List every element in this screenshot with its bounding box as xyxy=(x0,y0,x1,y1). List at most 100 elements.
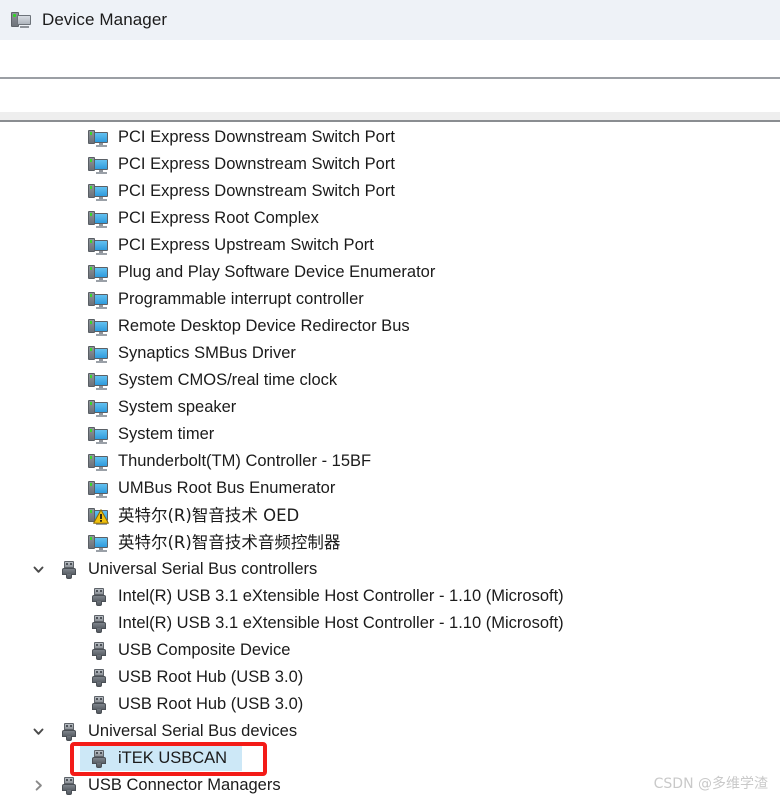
tree-item[interactable]: PCI Express Downstream Switch Port xyxy=(0,151,780,178)
tree-item-label: Synaptics SMBus Driver xyxy=(118,344,296,362)
device-icon-screen xyxy=(94,321,108,332)
usb-icon-contact-right xyxy=(100,617,102,619)
usb-icon-stem xyxy=(96,601,102,606)
device-icon-led xyxy=(90,213,92,216)
tree-item[interactable]: USB Composite Device xyxy=(0,637,780,664)
usb-icon-contact-right xyxy=(100,698,102,700)
tree-item[interactable]: Thunderbolt(TM) Controller - 15BF xyxy=(0,448,780,475)
usb-icon-contact-left xyxy=(96,698,98,700)
tree-item-label: USB Root Hub (USB 3.0) xyxy=(118,695,304,713)
tree-item[interactable]: 英特尔(R)智音技术 OED xyxy=(0,502,780,529)
device-icon-screen xyxy=(94,483,108,494)
usb-icon-contact-left xyxy=(66,725,68,727)
tree-item[interactable]: USB Root Hub (USB 3.0) xyxy=(0,691,780,718)
device-icon xyxy=(88,289,110,311)
device-icon-screen xyxy=(94,456,108,467)
tree-item-label: USB Root Hub (USB 3.0) xyxy=(118,668,304,686)
chevron-down-icon[interactable] xyxy=(28,718,48,745)
usb-icon-contact-right xyxy=(70,563,72,565)
tree-item-label: USB Composite Device xyxy=(118,641,291,659)
usb-icon-contact-left xyxy=(96,617,98,619)
tree-item[interactable]: PCI Express Upstream Switch Port xyxy=(0,232,780,259)
device-icon-screen xyxy=(94,402,108,413)
tree-item-label: System CMOS/real time clock xyxy=(118,371,338,389)
tree-item[interactable]: PCI Express Root Complex xyxy=(0,205,780,232)
device-icon xyxy=(88,235,110,257)
device-icon-led xyxy=(90,537,92,540)
device-tree[interactable]: PCI Express Downstream Switch Port PCI Ex… xyxy=(0,124,780,805)
tree-item[interactable]: Intel(R) USB 3.1 eXtensible Host Control… xyxy=(0,610,780,637)
device-icon-led xyxy=(90,186,92,189)
device-icon-base xyxy=(96,388,107,390)
device-icon-led xyxy=(90,429,92,432)
tree-item-label: 英特尔(R)智音技术音频控制器 xyxy=(118,533,341,552)
usb-icon-stem xyxy=(66,736,72,741)
tree-item-label: System speaker xyxy=(118,398,237,416)
device-icon-base xyxy=(96,415,107,417)
tree-item[interactable]: Universal Serial Bus controllers xyxy=(0,556,780,583)
tree-item[interactable]: Plug and Play Software Device Enumerator xyxy=(0,259,780,286)
device-icon xyxy=(88,478,110,500)
device-icon-screen xyxy=(94,213,108,224)
toolbar-area xyxy=(0,79,780,112)
usb-icon-contact-left xyxy=(96,644,98,646)
device-icon-led xyxy=(90,483,92,486)
device-icon-screen xyxy=(94,159,108,170)
tree-item-label: PCI Express Upstream Switch Port xyxy=(118,236,374,254)
usb-icon xyxy=(88,694,110,716)
device-icon xyxy=(88,208,110,230)
usb-icon-stem xyxy=(66,790,72,795)
device-icon-led xyxy=(90,159,92,162)
device-icon xyxy=(88,154,110,176)
device-manager-icon xyxy=(10,9,32,31)
tree-item-label: UMBus Root Bus Enumerator xyxy=(118,479,336,497)
device-icon-base xyxy=(96,334,107,336)
tree-item[interactable]: Intel(R) USB 3.1 eXtensible Host Control… xyxy=(0,583,780,610)
device-icon xyxy=(88,262,110,284)
device-icon xyxy=(88,127,110,149)
usb-icon-contact-left xyxy=(66,563,68,565)
tree-item-label: PCI Express Downstream Switch Port xyxy=(118,128,395,146)
device-icon-screen xyxy=(94,348,108,359)
watermark: CSDN @多维学渣 xyxy=(653,776,768,792)
usb-icon xyxy=(88,667,110,689)
tree-item[interactable]: System speaker xyxy=(0,394,780,421)
device-icon-base xyxy=(96,145,107,147)
chevron-right-icon[interactable] xyxy=(28,772,48,799)
usb-icon-contact-right xyxy=(100,752,102,754)
usb-icon xyxy=(58,559,80,581)
device-icon-base xyxy=(96,307,107,309)
tree-item-label: Universal Serial Bus devices xyxy=(88,722,298,740)
device-icon-screen xyxy=(94,294,108,305)
tree-item-label: PCI Express Downstream Switch Port xyxy=(118,155,395,173)
usb-icon-contact-left xyxy=(96,752,98,754)
tree-item-label: Universal Serial Bus controllers xyxy=(88,560,318,578)
tree-item[interactable]: Remote Desktop Device Redirector Bus xyxy=(0,313,780,340)
device-icon xyxy=(88,181,110,203)
usb-icon xyxy=(88,613,110,635)
device-icon-led xyxy=(90,240,92,243)
tree-item[interactable]: Universal Serial Bus devices xyxy=(0,718,780,745)
tree-item[interactable]: System CMOS/real time clock xyxy=(0,367,780,394)
device-icon xyxy=(88,397,110,419)
tree-item[interactable]: iTEK USBCAN xyxy=(0,745,780,772)
tree-item-label: Programmable interrupt controller xyxy=(118,290,364,308)
tree-item[interactable]: UMBus Root Bus Enumerator xyxy=(0,475,780,502)
tree-item[interactable]: PCI Express Downstream Switch Port xyxy=(0,178,780,205)
usb-icon-stem xyxy=(96,763,102,768)
tree-item[interactable]: PCI Express Downstream Switch Port xyxy=(0,124,780,151)
device-icon-led xyxy=(90,132,92,135)
tree-item[interactable]: 英特尔(R)智音技术音频控制器 xyxy=(0,529,780,556)
device-manager-icon-screen xyxy=(17,15,31,25)
device-icon-base xyxy=(96,496,107,498)
device-icon-base xyxy=(96,361,107,363)
usb-icon-contact-right xyxy=(70,725,72,727)
tree-item[interactable]: System timer xyxy=(0,421,780,448)
tree-item[interactable]: Synaptics SMBus Driver xyxy=(0,340,780,367)
tree-item[interactable]: Programmable interrupt controller xyxy=(0,286,780,313)
tree-item[interactable]: USB Root Hub (USB 3.0) xyxy=(0,664,780,691)
usb-icon-stem xyxy=(96,682,102,687)
device-manager-icon-led xyxy=(13,14,16,17)
chevron-down-icon[interactable] xyxy=(28,556,48,583)
device-icon-led xyxy=(90,294,92,297)
